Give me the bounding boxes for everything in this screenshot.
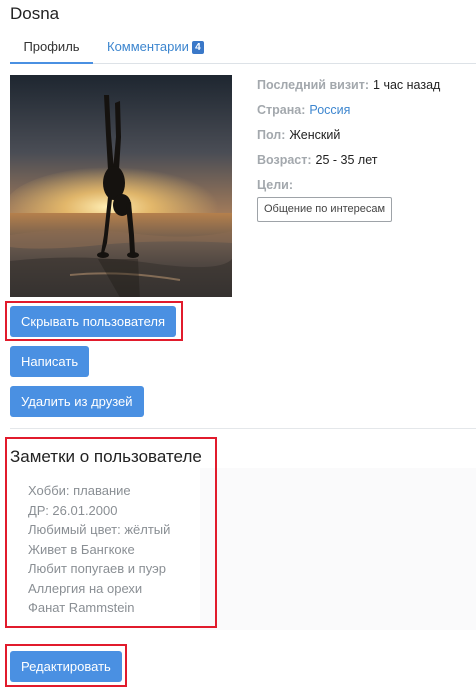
tab-comments-label: Комментарии bbox=[107, 39, 189, 54]
last-visit-value: 1 час назад bbox=[373, 78, 441, 92]
write-message-button[interactable]: Написать bbox=[10, 346, 90, 377]
age-label: Возраст: bbox=[257, 153, 312, 167]
country-label: Страна: bbox=[257, 103, 306, 117]
note-item: Хобби: плавание bbox=[28, 483, 131, 498]
last-visit-label: Последний визит: bbox=[257, 78, 370, 92]
profile-username: Dosna bbox=[10, 4, 60, 23]
tab-profile-label: Профиль bbox=[23, 39, 80, 54]
edit-notes-button[interactable]: Редактировать bbox=[10, 651, 122, 682]
gender-row: Пол: Женский bbox=[257, 128, 340, 142]
comments-count-badge: 4 bbox=[191, 41, 204, 54]
tab-profile[interactable]: Профиль bbox=[10, 36, 93, 64]
note-item: Любимый цвет: жёлтый bbox=[28, 522, 171, 537]
profile-photo bbox=[10, 75, 232, 297]
section-divider bbox=[10, 428, 476, 429]
country-row: Страна: Россия bbox=[257, 103, 350, 117]
note-item: ДР: 26.01.2000 bbox=[28, 503, 118, 518]
last-visit-row: Последний визит: 1 час назад bbox=[257, 78, 440, 92]
gender-value: Женский bbox=[289, 128, 341, 142]
note-item: Живет в Бангкоке bbox=[28, 542, 135, 557]
age-row: Возраст: 25 - 35 лет bbox=[257, 153, 378, 167]
gender-label: Пол: bbox=[257, 128, 286, 142]
tab-comments[interactable]: Комментарии 4 bbox=[107, 36, 204, 64]
country-link[interactable]: Россия bbox=[309, 103, 350, 117]
goal-tag[interactable]: Общение по интересам bbox=[257, 197, 393, 222]
profile-tabs: Профиль Комментарии 4 bbox=[10, 36, 476, 64]
note-item: Аллергия на орехи bbox=[28, 581, 143, 596]
goals-label: Цели: bbox=[257, 178, 294, 192]
note-item: Фанат Rammstein bbox=[28, 600, 135, 615]
goals-row: Цели: bbox=[257, 178, 293, 192]
remove-friend-button[interactable]: Удалить из друзей bbox=[10, 386, 144, 417]
notes-title: Заметки о пользователе bbox=[10, 447, 202, 466]
age-value: 25 - 35 лет bbox=[315, 153, 378, 167]
hide-user-button[interactable]: Скрывать пользователя bbox=[10, 306, 177, 337]
notes-background bbox=[200, 468, 476, 630]
note-item: Любит попугаев и пуэр bbox=[28, 561, 166, 576]
